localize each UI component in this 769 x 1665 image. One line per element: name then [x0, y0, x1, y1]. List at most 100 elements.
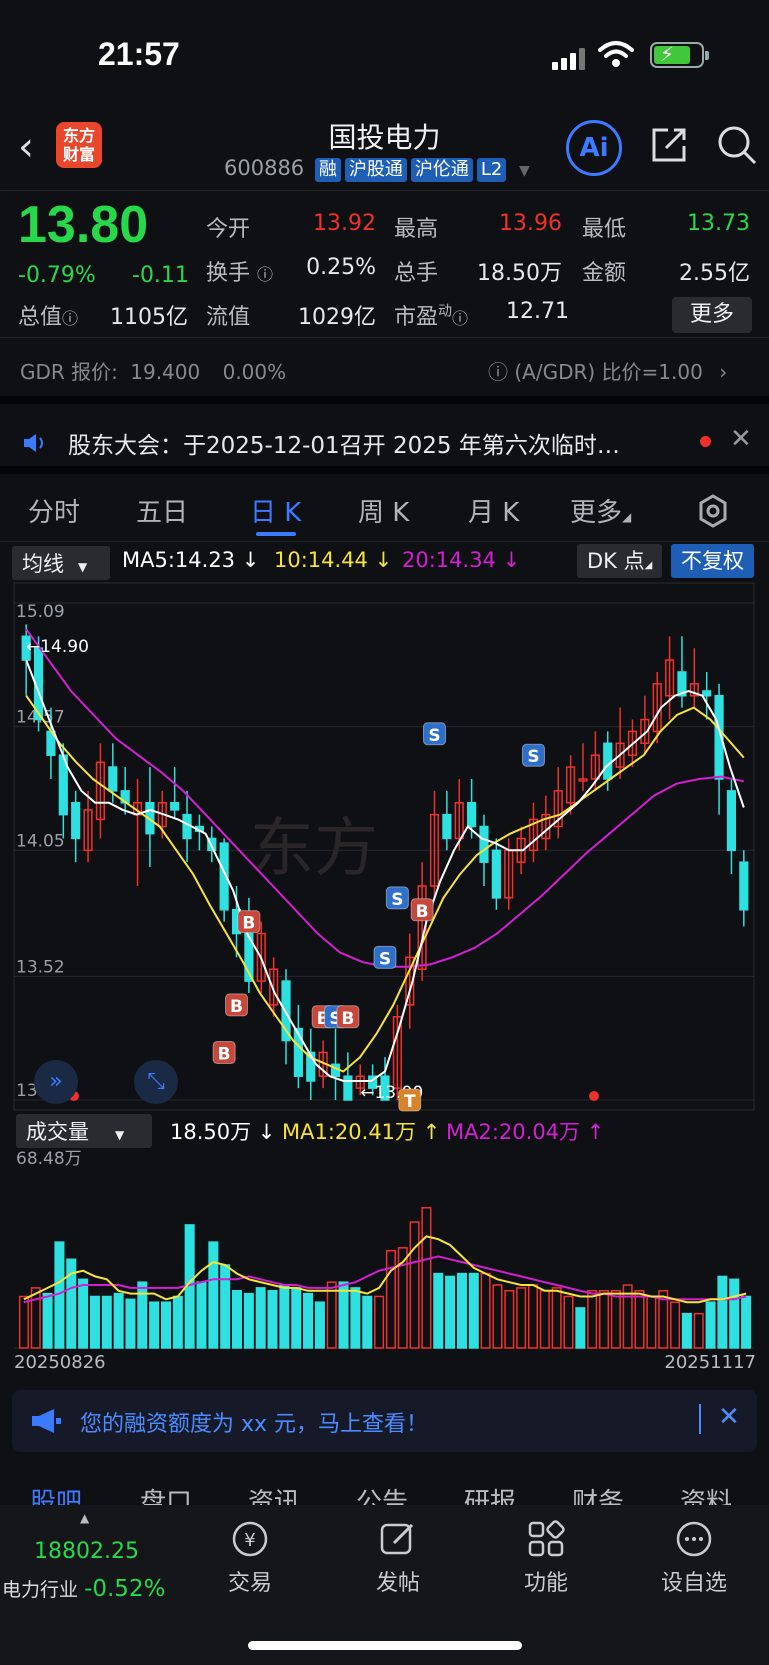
- volume-bar: [374, 1295, 385, 1349]
- svg-text:¥: ¥: [244, 1530, 255, 1551]
- volume-bar: [125, 1298, 136, 1349]
- margin-banner[interactable]: 您的融资额度为 xx 元，马上查看！ ✕: [12, 1390, 757, 1452]
- expand-left-icon[interactable]: »: [34, 1060, 78, 1104]
- home-indicator: [248, 1641, 522, 1650]
- volume-bar: [326, 1281, 337, 1349]
- industry-index-row[interactable]: 电力行业 -0.52%: [2, 1575, 165, 1602]
- vol-max-label: 68.48万: [16, 1149, 82, 1169]
- x-start-label: 20250826: [14, 1352, 106, 1373]
- volume-bar: [78, 1278, 89, 1349]
- volume-bar: [551, 1287, 562, 1349]
- volume-bar: [409, 1221, 420, 1349]
- candle-body: [603, 742, 613, 780]
- volume-bar: [610, 1290, 621, 1349]
- volume-bar: [492, 1284, 503, 1349]
- trade-marker-label: B: [218, 1044, 231, 1064]
- candle-body: [71, 802, 81, 840]
- candle-body: [442, 813, 452, 840]
- volume-bar: [504, 1290, 515, 1349]
- k-line-chart[interactable]: 15.0914.5714.0513.5213.00东方←14.90←13.00B…: [0, 0, 769, 1380]
- volume-bar: [575, 1307, 586, 1349]
- volume-bar: [741, 1295, 752, 1349]
- trade-marker-label: S: [428, 726, 440, 746]
- edit-icon: [380, 1523, 414, 1555]
- fullscreen-icon[interactable]: ⤡: [134, 1060, 178, 1104]
- nav-post[interactable]: 发帖: [348, 1519, 448, 1597]
- volume-bar: [433, 1272, 444, 1349]
- candle-body: [343, 1075, 353, 1101]
- volume-bar: [456, 1272, 467, 1349]
- volume-bar: [385, 1249, 396, 1349]
- volume-bar: [208, 1241, 219, 1349]
- nav-features[interactable]: 功能: [496, 1519, 596, 1597]
- y-tick-label: 13.52: [16, 957, 65, 977]
- volume-bar: [113, 1292, 124, 1349]
- candle-body: [702, 690, 712, 697]
- candle-body: [467, 802, 477, 828]
- volume-bar: [350, 1287, 361, 1349]
- industry-index-value[interactable]: 18802.25: [34, 1539, 139, 1564]
- trade-marker-label: S: [379, 949, 391, 969]
- volume-bar: [314, 1301, 325, 1349]
- nav-trade[interactable]: ¥ 交易: [200, 1519, 300, 1597]
- candle-body: [170, 802, 180, 811]
- industry-pct: -0.52%: [84, 1576, 166, 1602]
- vol-ma1-value: MA1:20.41万 ↑: [282, 1120, 441, 1144]
- candle-body: [479, 825, 489, 863]
- volume-bar: [705, 1301, 716, 1349]
- volume-bar: [30, 1287, 41, 1349]
- y-tick-label: 15.09: [16, 602, 65, 622]
- more-dots-icon: [676, 1521, 712, 1557]
- volume-bar: [480, 1272, 491, 1349]
- volume-bar: [693, 1312, 704, 1349]
- volume-value: 18.50万 ↓: [170, 1120, 276, 1144]
- ma20-line: [25, 628, 745, 968]
- volume-bar: [599, 1290, 610, 1349]
- trade-marker-label: T: [404, 1092, 416, 1112]
- volume-bar: [291, 1287, 302, 1349]
- volume-bar: [717, 1275, 728, 1349]
- volume-bar: [362, 1295, 373, 1349]
- volume-bar: [634, 1290, 645, 1349]
- volume-bar: [445, 1275, 456, 1349]
- volume-bar: [421, 1207, 432, 1349]
- volume-bar: [516, 1287, 527, 1349]
- volume-bar: [137, 1281, 148, 1349]
- volume-bar: [539, 1290, 550, 1349]
- bottom-tabs: 股吧 盘口 资讯 公告 研报 财务 资料: [0, 1470, 769, 1510]
- volume-bar: [232, 1290, 243, 1349]
- nav-add-watchlist[interactable]: 设自选: [644, 1519, 744, 1597]
- trade-marker-label: B: [416, 902, 429, 922]
- volume-bar: [267, 1290, 278, 1349]
- banner-close-icon[interactable]: ✕: [718, 1402, 740, 1432]
- volume-bar: [243, 1292, 254, 1349]
- yen-circle-icon: ¥: [232, 1521, 268, 1557]
- volume-legend-bar: 成交量 ▼ 18.50万 ↓ MA1:20.41万 ↑ MA2:20.04万 ↑: [0, 1112, 769, 1150]
- volume-bar: [681, 1312, 692, 1349]
- volume-bar: [42, 1292, 53, 1349]
- volume-bar: [527, 1284, 538, 1349]
- volume-bar: [220, 1264, 231, 1349]
- trade-marker-label: B: [341, 1009, 354, 1029]
- candle-body: [739, 861, 749, 911]
- volume-bar: [587, 1290, 598, 1349]
- volume-bar: [646, 1295, 657, 1349]
- volume-bar: [255, 1287, 266, 1349]
- volume-bar: [670, 1301, 681, 1349]
- candle-body: [108, 766, 118, 792]
- volume-bar: [89, 1295, 100, 1349]
- candle-body: [726, 790, 737, 852]
- volume-bar: [279, 1284, 290, 1349]
- trade-marker-label: B: [242, 914, 255, 934]
- volume-bar: [468, 1272, 479, 1349]
- trade-marker-label: S: [527, 747, 539, 767]
- vol-ma2-value: MA2:20.04万 ↑: [446, 1120, 605, 1144]
- volume-indicator-select[interactable]: 成交量 ▼: [16, 1114, 152, 1148]
- volume-bar: [172, 1295, 183, 1349]
- volume-bar: [729, 1278, 740, 1349]
- volume-bar: [101, 1295, 112, 1349]
- volume-bar: [303, 1292, 314, 1349]
- candle-body: [491, 849, 501, 899]
- k-panel-frame: [13, 582, 755, 1111]
- volume-bar: [338, 1281, 349, 1349]
